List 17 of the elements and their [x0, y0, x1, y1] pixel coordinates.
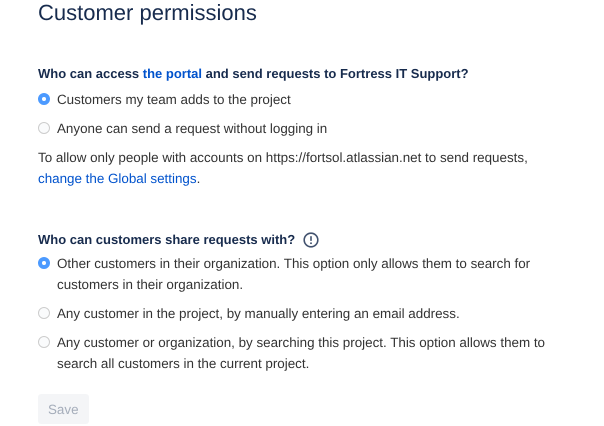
settings-link[interactable]: change the Global settings [38, 171, 197, 186]
option-label: Any customer or organization, by searching this project. This option allows them to search all customers in the current project. [57, 334, 546, 373]
option-label: Any customer in the project, by manually entering an email address. [57, 305, 461, 323]
info-icon[interactable] [303, 232, 320, 248]
option-label: Customers my team adds to the project [57, 91, 292, 109]
radio-button[interactable] [38, 122, 50, 134]
option-label: Anyone can send a request without logging in [57, 120, 328, 138]
radio-button[interactable] [38, 93, 50, 105]
page-title: Customer permissions [38, 0, 258, 26]
section-heading: Who can customers share requests with? [38, 231, 296, 249]
portal-link[interactable]: the portal [142, 66, 202, 81]
radio-button[interactable] [38, 307, 50, 319]
radio-button[interactable] [38, 336, 50, 348]
info-text: To allow only people with accounts on https://fortsol.atlassian.net to send requests, change the Global settings. [38, 149, 529, 188]
section-heading: Who can access the portal and send requests to Fortress IT Support? [38, 65, 470, 83]
option-label: Other customers in their organization. This option only allows them to search for customers in their organization. [57, 255, 532, 294]
radio-button[interactable] [38, 257, 50, 269]
